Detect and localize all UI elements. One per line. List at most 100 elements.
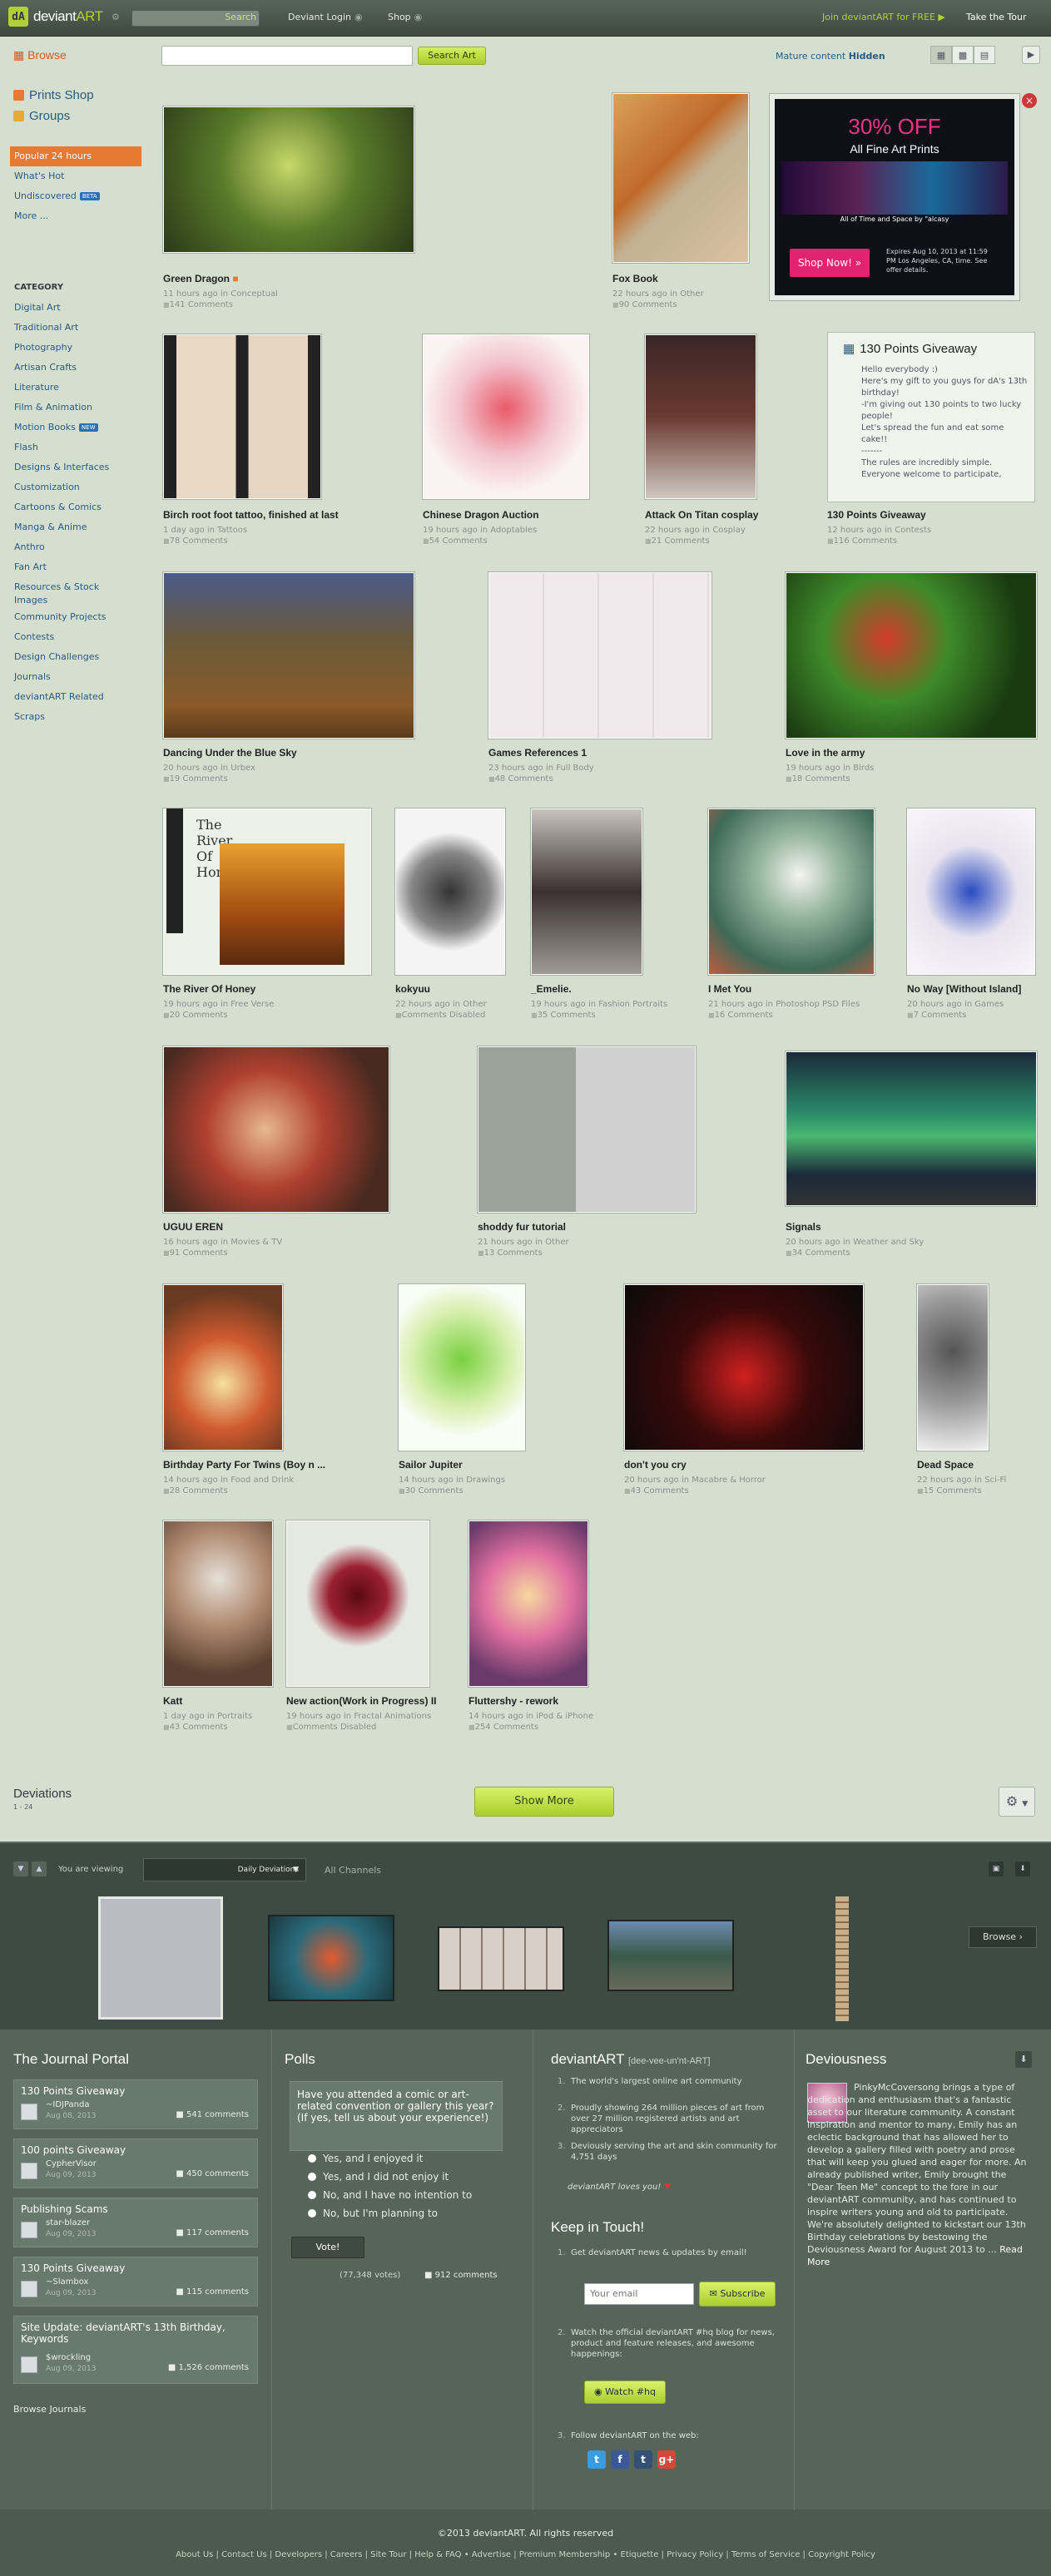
watch-hq-button[interactable]: ◉ Watch #hq (584, 2381, 666, 2404)
deviation-comments[interactable]: 16 Comments (708, 1011, 773, 1020)
deviation-title[interactable]: Chinese Dragon Auction (423, 509, 539, 521)
category-link[interactable]: Manga & Anime (14, 521, 139, 541)
journal-author[interactable]: $wrockling (46, 2353, 91, 2362)
strip-thumb[interactable] (438, 1926, 564, 1991)
google-plus-icon[interactable]: g+ (657, 2450, 676, 2469)
avatar[interactable] (21, 2222, 37, 2238)
deviation-comments[interactable]: 20 Comments (163, 1011, 228, 1020)
tumblr-icon[interactable]: t (634, 2450, 652, 2469)
category-link[interactable]: Contests (14, 630, 139, 650)
strip-thumb[interactable] (835, 1896, 849, 2021)
ad-shop-now-button[interactable]: Shop Now! » (790, 249, 870, 277)
journal-comments[interactable]: ■ 541 comments (176, 2110, 249, 2119)
deviation-comments[interactable]: 91 Comments (163, 1248, 228, 1258)
deviation-comments[interactable]: Comments Disabled (286, 1723, 377, 1732)
deviation-comments[interactable]: 21 Comments (645, 536, 710, 546)
deviation-comments[interactable]: 15 Comments (917, 1486, 982, 1496)
deviation-comments[interactable]: 34 Comments (786, 1248, 850, 1258)
poll-comments[interactable]: ■ 912 comments (424, 2271, 498, 2280)
category-link[interactable]: Digital Art (14, 301, 139, 321)
category-link[interactable]: Resources & Stock Images (14, 581, 114, 611)
shop-link[interactable]: Shop ◉ (388, 12, 422, 22)
deviation-title[interactable]: Attack On Titan cosplay (645, 509, 758, 521)
deviation-title[interactable]: don't you cry (624, 1459, 687, 1471)
avatar[interactable] (21, 2356, 37, 2373)
poll-option[interactable]: No, but I'm planning to (308, 2208, 438, 2219)
journal-author[interactable]: ~IDJPanda (46, 2100, 90, 2109)
category-link[interactable]: Photography (14, 341, 139, 361)
journal-author[interactable]: CypherVisor (46, 2159, 97, 2168)
category-link[interactable]: Literature (14, 381, 139, 401)
category-link[interactable]: Artisan Crafts (14, 361, 139, 381)
deviation-title[interactable]: kokyuu (395, 983, 430, 995)
deviation-comments[interactable]: 13 Comments (478, 1248, 543, 1258)
journal-item[interactable]: Publishing Scams star-blazer Aug 09, 201… (13, 2198, 258, 2247)
journal-title[interactable]: 130 Points Giveaway (21, 2085, 254, 2097)
browse-heading[interactable]: ▦ Browse (13, 48, 67, 62)
avatar[interactable] (21, 2163, 37, 2179)
poll-option[interactable]: No, and I have no intention to (308, 2189, 472, 2201)
deviation-title[interactable]: New action(Work in Progress) II (286, 1695, 436, 1707)
category-link[interactable]: Community Projects (14, 611, 139, 630)
deviation-title[interactable]: The River Of Honey (163, 983, 255, 995)
deviation-comments[interactable]: 116 Comments (827, 536, 897, 546)
chevron-down-icon[interactable]: ▼ (13, 1862, 28, 1876)
mature-content-toggle[interactable]: Mature content Hidden (776, 51, 885, 62)
advertisement[interactable]: 30% OFF All Fine Art Prints All of Time … (769, 93, 1020, 301)
category-link[interactable]: Scraps (14, 710, 139, 730)
deviation-comments[interactable]: 78 Comments (163, 536, 228, 546)
top-search-input[interactable]: Search (131, 10, 260, 27)
deviation-title[interactable]: Fox Book (612, 273, 658, 284)
deviation-comments[interactable]: 48 Comments (488, 774, 553, 784)
journal-title[interactable]: 130 Points Giveaway (21, 2262, 254, 2274)
deviation-title[interactable]: I Met You (708, 983, 751, 995)
deviation-title[interactable]: Fluttershy - rework (468, 1695, 558, 1707)
category-link[interactable]: Designs & Interfaces (14, 461, 139, 481)
avatar[interactable] (21, 2104, 37, 2120)
deviation-title[interactable]: Sailor Jupiter (399, 1459, 463, 1471)
deviation-comments[interactable]: 43 Comments (624, 1486, 689, 1496)
deviation-title[interactable]: Dancing Under the Blue Sky (163, 747, 297, 759)
chevron-up-icon[interactable]: ▲ (32, 1862, 47, 1876)
journal-comments[interactable]: ■ 115 comments (176, 2287, 249, 2297)
deviation-comments[interactable]: 43 Comments (163, 1723, 228, 1732)
journal-comments[interactable]: ■ 450 comments (176, 2169, 249, 2178)
deviation-comments[interactable]: 7 Comments (907, 1011, 967, 1020)
deviation-comments[interactable]: 254 Comments (468, 1723, 538, 1732)
deviation-title[interactable]: Birch root foot tattoo, finished at last (163, 509, 339, 521)
gear-icon[interactable]: ⚙ ▼ (999, 1787, 1035, 1817)
sidebar-item-whats-hot[interactable]: What's Hot (10, 166, 141, 186)
slideshow-icon[interactable]: ▶ (1022, 46, 1040, 64)
deviation-comments[interactable]: 30 Comments (399, 1486, 464, 1496)
journal-author[interactable]: ~Slambox (46, 2277, 88, 2287)
deviation-title[interactable]: Green Dragon ■ (163, 273, 239, 284)
poll-option[interactable]: Yes, and I enjoyed it (308, 2153, 423, 2164)
category-link[interactable]: Cartoons & Comics (14, 501, 139, 521)
category-link[interactable]: Fan Art (14, 561, 139, 581)
category-link[interactable]: Journals (14, 670, 139, 690)
journal-author[interactable]: star-blazer (46, 2218, 90, 2227)
deviation-title[interactable]: No Way [Without Island] (907, 983, 1021, 995)
category-link[interactable]: Flash (14, 441, 139, 461)
category-link[interactable]: Customization (14, 481, 139, 501)
footer-links[interactable]: About Us | Contact Us | Developers | Car… (0, 2550, 1051, 2559)
vote-button[interactable]: Vote! (291, 2237, 364, 2258)
download-icon[interactable]: ⬇ (1015, 1862, 1030, 1876)
groups-link[interactable]: Groups (13, 109, 70, 123)
deviation-comments[interactable]: 141 Comments (163, 300, 233, 309)
grid-view-icon[interactable]: ▦ (930, 46, 952, 64)
join-link[interactable]: Join deviantART for FREE ▶ (822, 12, 945, 22)
journal-title[interactable]: 100 points Giveaway (21, 2144, 254, 2156)
deviation-comments[interactable]: 28 Comments (163, 1486, 228, 1496)
deviation-comments[interactable]: Comments Disabled (395, 1011, 486, 1020)
browse-search-input[interactable] (161, 46, 413, 66)
facebook-icon[interactable]: f (611, 2450, 629, 2469)
show-more-button[interactable]: Show More (474, 1787, 614, 1817)
strip-thumb-selected[interactable] (98, 1896, 223, 2020)
category-link[interactable]: Design Challenges (14, 650, 139, 670)
journal-item[interactable]: 130 Points Giveaway ~Slambox Aug 09, 201… (13, 2257, 258, 2307)
category-link[interactable]: deviantART Related (14, 690, 139, 710)
list-view-icon[interactable]: ▤ (974, 46, 995, 64)
category-link[interactable]: Film & Animation (14, 401, 139, 421)
category-link[interactable]: Motion Books NEW (14, 421, 139, 441)
